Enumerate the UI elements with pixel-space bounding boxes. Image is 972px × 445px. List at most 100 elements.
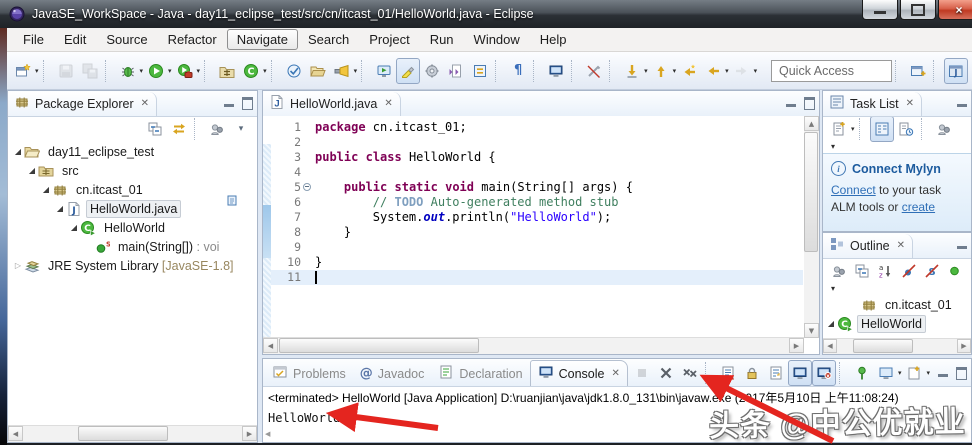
console-view-button[interactable]: [544, 58, 568, 84]
search-button[interactable]: [330, 58, 354, 84]
new-task-dropdown-icon[interactable]: ▾: [851, 125, 855, 133]
tab-javadoc[interactable]: @Javadoc: [353, 361, 432, 386]
new-java-class-button[interactable]: C: [239, 58, 263, 84]
hide-static-button[interactable]: S: [920, 258, 943, 284]
scroll-right-icon[interactable]: ▶: [789, 338, 804, 353]
menu-search[interactable]: Search: [298, 29, 359, 50]
code-line-4[interactable]: 4: [271, 165, 803, 180]
tree-item-cn-itcast-01[interactable]: ◢cn.itcast_01: [8, 180, 257, 199]
menu-refactor[interactable]: Refactor: [158, 29, 227, 50]
tree-item-jre-system-library[interactable]: ▷JRE System Library [JavaSE-1.8]: [8, 256, 257, 275]
close-button[interactable]: ×: [938, 0, 972, 20]
code-line-7[interactable]: 7 System.out.println("HelloWorld");: [271, 210, 803, 225]
tab-declaration[interactable]: Declaration: [431, 361, 529, 386]
back-history-button[interactable]: [677, 58, 701, 84]
back-button[interactable]: [701, 58, 725, 84]
categorized-button[interactable]: [870, 116, 894, 142]
save-all-button[interactable]: [78, 58, 102, 84]
pin-console-button[interactable]: [850, 360, 874, 386]
title-bar[interactable]: JavaSE_WorkSpace - Java - day11_eclipse_…: [0, 0, 972, 28]
tab-problems[interactable]: Problems: [265, 361, 353, 386]
close-view-icon[interactable]: ✕: [906, 98, 914, 109]
minimize-view-icon[interactable]: [957, 246, 967, 249]
run-button[interactable]: [144, 58, 168, 84]
scroll-right-icon[interactable]: ▶: [242, 426, 257, 441]
last-edit-location-button[interactable]: [620, 58, 644, 84]
scroll-down-icon[interactable]: ▼: [804, 323, 819, 338]
scrollbar-thumb[interactable]: [853, 339, 913, 353]
remove-all-launches-button[interactable]: [678, 360, 702, 386]
tree-twisty-icon[interactable]: ◢: [40, 185, 52, 194]
show-stdout-button[interactable]: [788, 360, 812, 386]
maximize-editor-icon[interactable]: [804, 97, 815, 110]
minimize-view-icon[interactable]: [957, 104, 967, 107]
tree-item-main-string-[interactable]: Smain(String[]) : voi: [8, 237, 257, 256]
editor-vscrollbar[interactable]: ▲ ▼: [804, 116, 819, 338]
scroll-left-icon[interactable]: ◀: [8, 426, 23, 441]
editor-hscrollbar[interactable]: ◀ ▶: [263, 337, 804, 354]
outline-item-helloworld[interactable]: ◢CHelloWorld: [823, 314, 971, 333]
new-task-button[interactable]: [827, 116, 851, 142]
menu-file[interactable]: File: [13, 29, 54, 50]
close-view-icon[interactable]: ✕: [897, 240, 905, 251]
open-console-dropdown-icon[interactable]: ▾: [926, 369, 930, 377]
collapse-all-button[interactable]: [143, 116, 167, 142]
package-explorer-hscrollbar[interactable]: ◀ ▶: [8, 425, 257, 442]
code-line-9[interactable]: 9: [271, 240, 803, 255]
scroll-left-icon[interactable]: ◀: [265, 428, 277, 440]
remove-launch-button[interactable]: [654, 360, 678, 386]
show-stderr-button[interactable]: x: [812, 360, 836, 386]
tree-twisty-icon[interactable]: ◢: [26, 166, 38, 175]
sort-az-button[interactable]: az: [874, 258, 897, 284]
collapse-all-button[interactable]: [850, 258, 873, 284]
code-line-8[interactable]: 8 }: [271, 225, 803, 240]
close-editor-icon[interactable]: ✕: [384, 98, 392, 109]
link-with-editor-button[interactable]: [468, 58, 492, 84]
editor-tab-helloworld[interactable]: J HelloWorld.java ✕: [263, 92, 401, 116]
package-explorer-tab[interactable]: Package Explorer ✕: [8, 92, 157, 116]
maximize-view-icon[interactable]: [242, 97, 253, 110]
save-button[interactable]: [54, 58, 78, 84]
debug-button[interactable]: [116, 58, 140, 84]
scroll-lock-button[interactable]: [740, 360, 764, 386]
quick-access-box[interactable]: Quick Access: [771, 60, 892, 82]
tree-twisty-icon[interactable]: ◢: [68, 223, 80, 232]
tree-twisty-icon[interactable]: ◢: [54, 204, 66, 213]
scheduled-button[interactable]: [894, 116, 918, 142]
fold-minus-icon[interactable]: [301, 180, 315, 195]
code-line-1[interactable]: 1package cn.itcast_01;: [271, 120, 803, 135]
tree-twisty-icon[interactable]: ▷: [12, 261, 24, 270]
run-monitor-button[interactable]: [372, 58, 396, 84]
view-menu-button[interactable]: ▾: [229, 116, 253, 142]
mark-occurrences-button[interactable]: [396, 58, 420, 84]
new-wizard-button[interactable]: [11, 58, 35, 84]
menu-navigate[interactable]: Navigate: [227, 29, 298, 50]
minimize-view-icon[interactable]: [224, 104, 234, 107]
show-whitespace-button[interactable]: ¶: [506, 58, 530, 84]
hide-nonpublic-button[interactable]: [944, 258, 967, 284]
go-up-dropdown-icon[interactable]: ▾: [673, 67, 677, 75]
code-line-3[interactable]: 3public class HelloWorld {: [271, 150, 803, 165]
show-source-button[interactable]: [582, 58, 606, 84]
tree-twisty-icon[interactable]: ◢: [12, 147, 24, 156]
debug-dropdown-icon[interactable]: ▾: [140, 67, 144, 75]
close-tab-icon[interactable]: ✕: [611, 368, 619, 379]
code-line-2[interactable]: 2: [271, 135, 803, 150]
word-wrap-button[interactable]: [764, 360, 788, 386]
menu-edit[interactable]: Edit: [54, 29, 96, 50]
code-editor[interactable]: 1package cn.itcast_01;23public class Hel…: [263, 116, 819, 354]
new-wizard-dropdown-icon[interactable]: ▾: [35, 67, 39, 75]
scroll-left-icon[interactable]: ◀: [263, 338, 278, 353]
view-menu-icon[interactable]: ▾: [831, 284, 835, 293]
terminate-button[interactable]: [630, 360, 654, 386]
scroll-right-icon[interactable]: ▶: [957, 339, 971, 353]
task-list-tab[interactable]: Task List ✕: [823, 92, 922, 116]
external-tools-button[interactable]: [420, 58, 444, 84]
tree-twisty-icon[interactable]: ◢: [825, 319, 837, 328]
open-resource-button[interactable]: [306, 58, 330, 84]
java-perspective-button[interactable]: J: [944, 58, 968, 84]
open-console-button[interactable]: [902, 360, 926, 386]
tree-item-helloworld[interactable]: ◢CHelloWorld: [8, 218, 257, 237]
menu-window[interactable]: Window: [464, 29, 530, 50]
scrollbar-thumb[interactable]: [279, 338, 479, 353]
